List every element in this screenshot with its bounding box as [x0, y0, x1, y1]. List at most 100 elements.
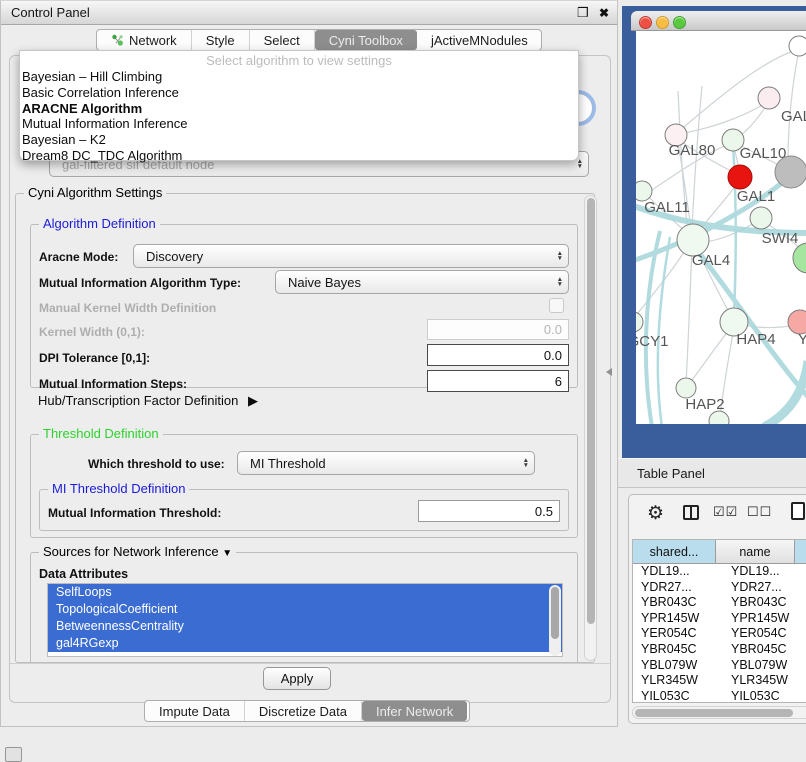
- tab-style[interactable]: Style: [192, 30, 250, 50]
- close-panel-icon[interactable]: ✖: [599, 6, 609, 20]
- node-label: HAP2: [685, 396, 724, 413]
- algorithm-definition-title: Algorithm Definition: [39, 217, 160, 231]
- network-node[interactable]: [758, 87, 780, 109]
- collapse-panel-button[interactable]: [5, 747, 22, 762]
- table-cell: YER054C: [723, 626, 806, 642]
- network-node[interactable]: [636, 181, 652, 201]
- network-node[interactable]: [676, 378, 696, 398]
- attributes-scrollbar[interactable]: [549, 585, 561, 656]
- table-row[interactable]: YBL079WYBL079W: [633, 658, 806, 674]
- network-window-titlebar[interactable]: [631, 11, 806, 31]
- tab-infer-network[interactable]: Infer Network: [362, 701, 467, 721]
- mi-algorithm-type-combo[interactable]: Naive Bayes ▲▼: [275, 270, 569, 294]
- data-attribute-item[interactable]: TopologicalCoefficient: [48, 601, 562, 618]
- data-attribute-item[interactable]: SelfLoops: [48, 584, 562, 601]
- algorithm-item[interactable]: Basic Correlation Inference: [20, 85, 578, 101]
- zoom-traffic-light[interactable]: [673, 16, 686, 29]
- algorithm-item[interactable]: ARACNE Algorithm: [20, 101, 578, 117]
- table-cell: YIL053C: [633, 689, 723, 703]
- file-icon[interactable]: [791, 502, 805, 520]
- which-threshold-label: Which threshold to use:: [88, 457, 225, 471]
- table-cell: YDR27...: [723, 580, 806, 596]
- dpi-tolerance-field[interactable]: 0.0: [427, 344, 569, 366]
- table-panel-titlebar[interactable]: Table Panel: [618, 458, 806, 488]
- settings-group-title: Cyni Algorithm Settings: [24, 186, 166, 200]
- apply-button[interactable]: Apply: [263, 667, 331, 690]
- algorithm-item[interactable]: Dream8 DC_TDC Algorithm: [20, 148, 578, 164]
- panel-divider-handle[interactable]: [606, 368, 612, 376]
- deselect-all-checkbox-icon[interactable]: ☐☐: [747, 504, 772, 520]
- table-row[interactable]: YBR043CYBR043C: [633, 595, 806, 611]
- cyni-bottom-tabbar: Impute Data Discretize Data Infer Networ…: [144, 700, 470, 722]
- data-attribute-item[interactable]: gal4RGexp: [48, 635, 562, 652]
- expander-arrow-icon[interactable]: ▶: [248, 393, 258, 408]
- node-table: shared... name YDL19...YDL19...13YDR27..…: [632, 539, 806, 703]
- algorithm-definition-group: Algorithm Definition Aracne Mode: Discov…: [30, 224, 578, 388]
- select-all-checkbox-icon[interactable]: ☑☑: [713, 504, 738, 520]
- aracne-mode-combo[interactable]: Discovery ▲▼: [133, 244, 569, 268]
- table-cell: YIL053C: [723, 689, 806, 703]
- table-panel-body: ⚙ ☑☑ ☐☐ shared... name YDL19...YDL19...1…: [628, 494, 806, 724]
- algorithm-item[interactable]: Mutual Information Inference: [20, 116, 578, 132]
- algorithm-item[interactable]: Bayesian – K2: [20, 132, 578, 148]
- tab-select[interactable]: Select: [250, 30, 315, 50]
- mi-steps-field[interactable]: 6: [427, 370, 569, 392]
- node-label: GAL80: [669, 142, 716, 159]
- column-header-shared-name[interactable]: shared...: [633, 540, 716, 564]
- algorithm-item[interactable]: Bayesian – Hill Climbing: [20, 69, 578, 85]
- minimize-traffic-light[interactable]: [656, 16, 669, 29]
- node-table-body: YDL19...YDL19...13YDR27...YDR27...12YBR0…: [633, 564, 806, 703]
- hub-definition-expander[interactable]: Hub/Transcription Factor Definition ▶: [38, 393, 258, 409]
- table-row[interactable]: YPR145WYPR145W9.: [633, 611, 806, 627]
- table-toolbar: ⚙ ☑☑ ☐☐: [629, 495, 806, 535]
- tab-network[interactable]: Network: [97, 30, 192, 50]
- tab-impute-data[interactable]: Impute Data: [145, 701, 245, 721]
- collapse-arrow-icon[interactable]: ▼: [222, 548, 232, 559]
- table-cell: YPR145W: [723, 611, 806, 627]
- settings-scrollbar[interactable]: [584, 195, 597, 661]
- mi-threshold-field[interactable]: 0.5: [418, 500, 560, 522]
- tab-discretize-data[interactable]: Discretize Data: [245, 701, 362, 721]
- kernel-width-label: Kernel Width (0,1):: [39, 325, 145, 339]
- network-node[interactable]: [728, 165, 752, 189]
- algorithm-list: Bayesian – Hill ClimbingBasic Correlatio…: [20, 69, 578, 164]
- tab-cyni-toolbox[interactable]: Cyni Toolbox: [315, 30, 417, 50]
- data-attributes-list[interactable]: SelfLoopsTopologicalCoefficientBetweenne…: [47, 583, 563, 657]
- split-columns-icon[interactable]: [683, 505, 699, 520]
- hub-definition-label: Hub/Transcription Factor Definition: [38, 393, 238, 408]
- which-threshold-combo[interactable]: MI Threshold ▲▼: [237, 451, 535, 475]
- control-panel-titlebar[interactable]: Control Panel ❒ ✖: [1, 1, 617, 25]
- network-node[interactable]: [793, 243, 806, 273]
- node-label: SWI4: [762, 230, 799, 247]
- sources-group-title[interactable]: Sources for Network Inference ▼: [39, 545, 236, 561]
- dpi-tolerance-label: DPI Tolerance [0,1]:: [39, 351, 150, 365]
- sources-group: Sources for Network Inference ▼ Data Att…: [30, 552, 578, 663]
- table-row[interactable]: YER054CYER054C8.: [633, 626, 806, 642]
- manual-kernel-width-checkbox[interactable]: [549, 298, 564, 313]
- algorithm-popup-placeholder: Select algorithm to view settings: [20, 53, 578, 69]
- control-panel-title: Control Panel: [11, 5, 90, 20]
- table-hscrollbar[interactable]: [632, 706, 806, 719]
- column-header-name[interactable]: name: [716, 540, 795, 564]
- table-cell: YBL079W: [723, 658, 806, 674]
- table-row[interactable]: YBR045CYBR045C9.: [633, 642, 806, 658]
- network-canvas[interactable]: GALGAL80GAL10GAL1GAL11SWI4GAL4GCY1HAP4YH…: [636, 31, 806, 424]
- table-row[interactable]: YIL053CYIL053C9: [633, 689, 806, 703]
- gear-icon[interactable]: ⚙: [647, 502, 664, 525]
- close-traffic-light[interactable]: [639, 16, 652, 29]
- network-node[interactable]: [789, 36, 806, 56]
- node-label: GCY1: [636, 333, 668, 350]
- network-node[interactable]: [750, 207, 772, 229]
- table-row[interactable]: YLR345WYLR345W9.: [633, 673, 806, 689]
- table-row[interactable]: YDL19...YDL19...13: [633, 564, 806, 580]
- table-cell: YER054C: [633, 626, 723, 642]
- network-node[interactable]: [775, 156, 806, 188]
- table-row[interactable]: YDR27...YDR27...12: [633, 580, 806, 596]
- float-window-icon[interactable]: ❒: [577, 5, 589, 20]
- network-node[interactable]: [636, 312, 643, 332]
- tab-jactivemnodules[interactable]: jActiveMNodules: [417, 30, 542, 50]
- data-attribute-item[interactable]: BetweennessCentrality: [48, 618, 562, 635]
- threshold-definition-group: Threshold Definition Which threshold to …: [30, 434, 578, 538]
- column-header-third[interactable]: [795, 540, 806, 564]
- kernel-width-field[interactable]: 0.0: [427, 319, 569, 340]
